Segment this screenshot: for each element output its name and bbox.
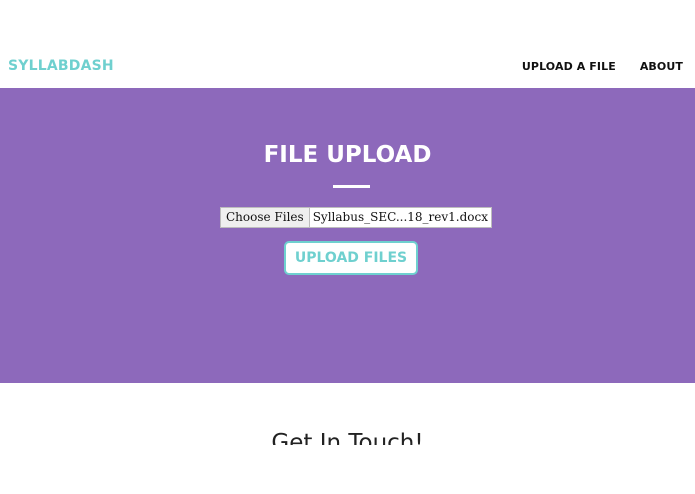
selected-file-name: Syllabus_SEC...18_rev1.docx — [312, 210, 489, 224]
nav-link-upload-a-file[interactable]: UPLOAD A FILE — [522, 59, 616, 74]
title-divider — [333, 185, 370, 188]
nav-link-about[interactable]: ABOUT — [640, 59, 683, 74]
nav-links: UPLOAD A FILE ABOUT — [522, 59, 683, 74]
upload-files-button[interactable]: UPLOAD FILES — [284, 241, 418, 275]
page: SYLLABDASH UPLOAD A FILE ABOUT FILE UPLO… — [0, 0, 695, 494]
contact-section: Get In Touch! — [0, 383, 695, 494]
brand-logo-link[interactable]: SYLLABDASH — [8, 57, 114, 75]
file-upload-section: FILE UPLOAD Choose Files Syllabus_SEC...… — [0, 88, 695, 383]
choose-files-button[interactable]: Choose Files — [221, 208, 310, 227]
contact-title: Get In Touch! — [271, 430, 424, 445]
file-input[interactable]: Choose Files Syllabus_SEC...18_rev1.docx — [220, 207, 493, 228]
section-title: FILE UPLOAD — [263, 142, 432, 168]
navbar: SYLLABDASH UPLOAD A FILE ABOUT — [0, 0, 695, 88]
